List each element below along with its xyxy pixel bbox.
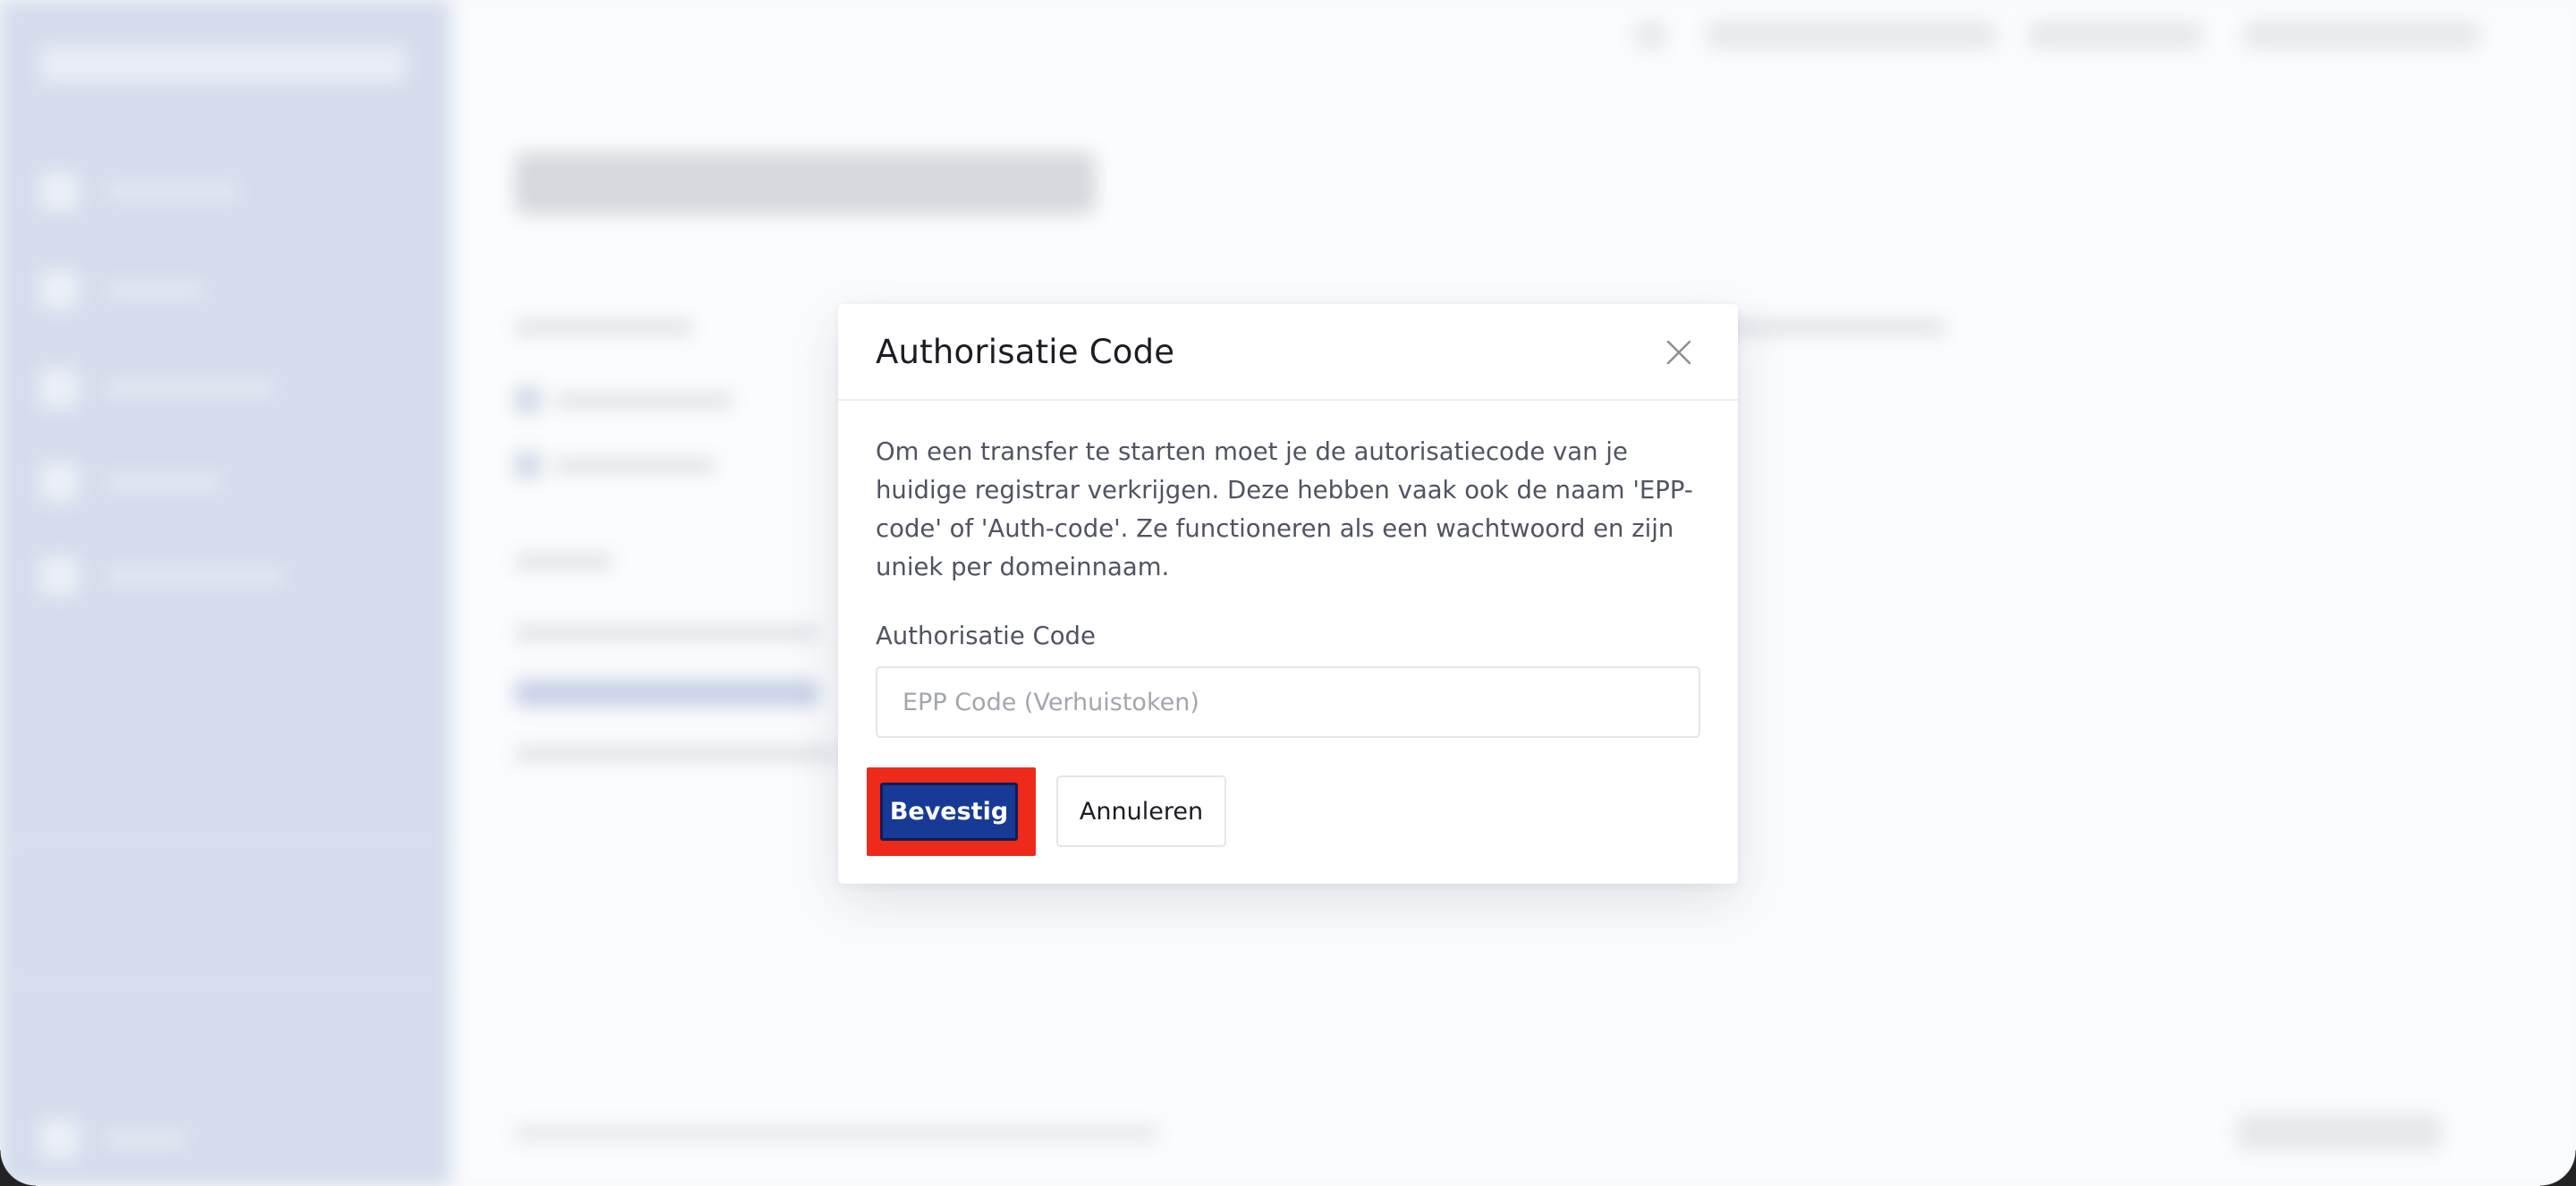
confirm-highlight: Bevestig — [867, 767, 1036, 856]
dialog-title: Authorisatie Code — [876, 332, 1175, 371]
auth-code-label: Authorisatie Code — [876, 622, 1096, 650]
auth-code-input[interactable] — [876, 666, 1700, 738]
dialog-header: Authorisatie Code — [838, 304, 1738, 401]
close-button[interactable] — [1665, 338, 1693, 367]
cancel-button[interactable]: Annuleren — [1056, 775, 1226, 847]
confirm-button[interactable]: Bevestig — [880, 783, 1018, 841]
close-icon — [1666, 340, 1691, 365]
dialog-description: Om een transfer te starten moet je de au… — [876, 437, 1693, 581]
authorization-code-dialog: Authorisatie Code Om een transfer te sta… — [838, 304, 1738, 884]
